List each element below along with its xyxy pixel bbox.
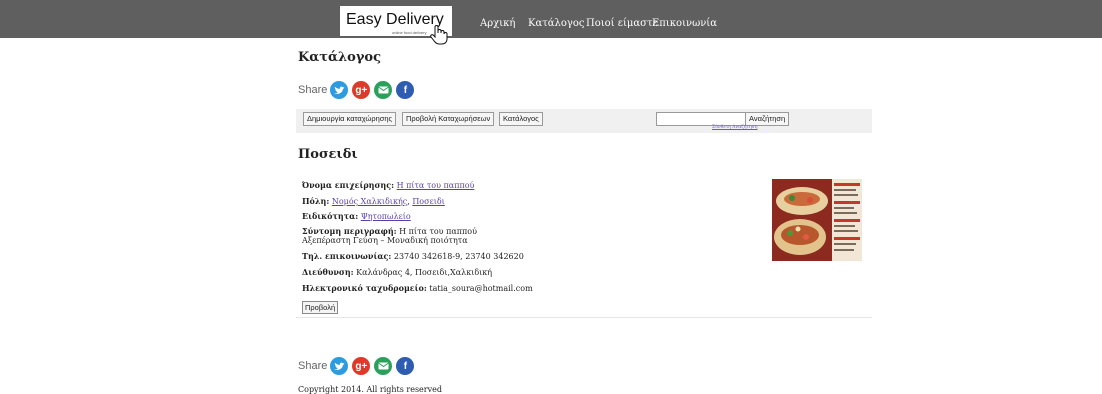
section-title: Ποσειδι (298, 147, 358, 162)
twitter-icon[interactable] (330, 81, 349, 99)
food-image (772, 179, 862, 261)
business-name-label: Όνομα επιχείρησης: (302, 180, 395, 190)
twitter-icon[interactable] (330, 357, 349, 375)
top-navigation-bar: Easy Delivery online food delivery Αρχικ… (0, 0, 1102, 45)
business-name-row: Όνομα επιχείρησης: Η πίτα του παππού (302, 180, 475, 191)
specialty-label: Ειδικότητα: (302, 211, 359, 221)
catalog-button[interactable]: Κατάλογος (499, 112, 543, 126)
business-name-link[interactable]: Η πίτα του παππού (397, 181, 475, 190)
phone-row: Τηλ. επικοινωνίας: 23740 342618-9, 23740… (302, 251, 524, 262)
facebook-icon[interactable]: f (396, 81, 415, 99)
copyright-text: Copyright 2014. All rights reserved (298, 385, 442, 394)
specialty-link[interactable]: Ψητοπωλείο (361, 212, 411, 221)
description-row: Σύντομη περιγραφή: Η πίτα του παππού (302, 226, 477, 237)
hand-cursor-icon (430, 25, 448, 45)
address-row: Διεύθυνση: Καλάνδρας 4, Ποσειδι,Χαλκιδικ… (302, 267, 493, 278)
prefecture-link[interactable]: Νομός Χαλκιδικής (332, 197, 407, 206)
page-title: Κατάλογος (298, 50, 382, 65)
logo[interactable]: Easy Delivery online food delivery (340, 6, 452, 45)
description-line-2: Αξεπέραστη Γεύση – Μοναδική ποιότητα (302, 236, 468, 245)
share-label: Share (298, 360, 328, 372)
view-button[interactable]: Προβολή (302, 301, 339, 314)
email-icon[interactable] (374, 81, 393, 99)
email-row: Ηλεκτρονικό ταχυδρομείο: tatia_soura@hot… (302, 283, 533, 294)
address-value: Καλάνδρας 4, Ποσειδι,Χαλκιδική (356, 268, 493, 277)
search-input[interactable] (656, 112, 748, 126)
create-entry-button[interactable]: Δημιουργία καταχώρησης (303, 112, 397, 126)
googleplus-icon[interactable]: g+ (352, 357, 371, 375)
advanced-search-link[interactable]: Σύνθετη Αναζήτηση (712, 125, 757, 130)
nav-about[interactable]: Ποιοί είμαστε (586, 18, 658, 29)
business-entry-card: Όνομα επιχείρησης: Η πίτα του παππού Πόλ… (296, 171, 872, 318)
nav-contact[interactable]: Επικοινωνία (652, 18, 717, 29)
description-line-1: Η πίτα του παππού (399, 227, 477, 236)
city-link[interactable]: Ποσειδι (412, 197, 445, 206)
share-label: Share (298, 84, 328, 96)
nav-home[interactable]: Αρχική (480, 18, 515, 29)
googleplus-icon[interactable]: g+ (352, 81, 371, 99)
email-label: Ηλεκτρονικό ταχυδρομείο: (302, 283, 427, 293)
catalog-toolbar: Δημιουργία καταχώρησης Προβολή Καταχωρήσ… (296, 109, 872, 133)
email-icon[interactable] (374, 357, 393, 375)
description-label: Σύντομη περιγραφή: (302, 226, 397, 236)
email-value: tatia_soura@hotmail.com (429, 284, 533, 293)
nav-catalog[interactable]: Κατάλογος (528, 18, 584, 29)
logo-subtitle: online food delivery (392, 30, 427, 35)
phone-value: 23740 342618-9, 23740 342620 (393, 252, 524, 261)
share-bar-bottom: Share g+ f (298, 357, 418, 375)
share-bar-top: Share g+ f (298, 81, 418, 99)
facebook-icon[interactable]: f (396, 357, 415, 375)
city-row: Πόλη: Νομός Χαλκιδικής, Ποσειδι (302, 196, 445, 207)
phone-label: Τηλ. επικοινωνίας: (302, 251, 392, 261)
address-label: Διεύθυνση: (302, 267, 354, 277)
view-entries-button[interactable]: Προβολή Καταχωρήσεων (402, 112, 495, 126)
city-label: Πόλη: (302, 196, 330, 206)
search-button[interactable]: Αναζήτηση (745, 112, 790, 126)
specialty-row: Ειδικότητα: Ψητοπωλείο (302, 211, 411, 222)
